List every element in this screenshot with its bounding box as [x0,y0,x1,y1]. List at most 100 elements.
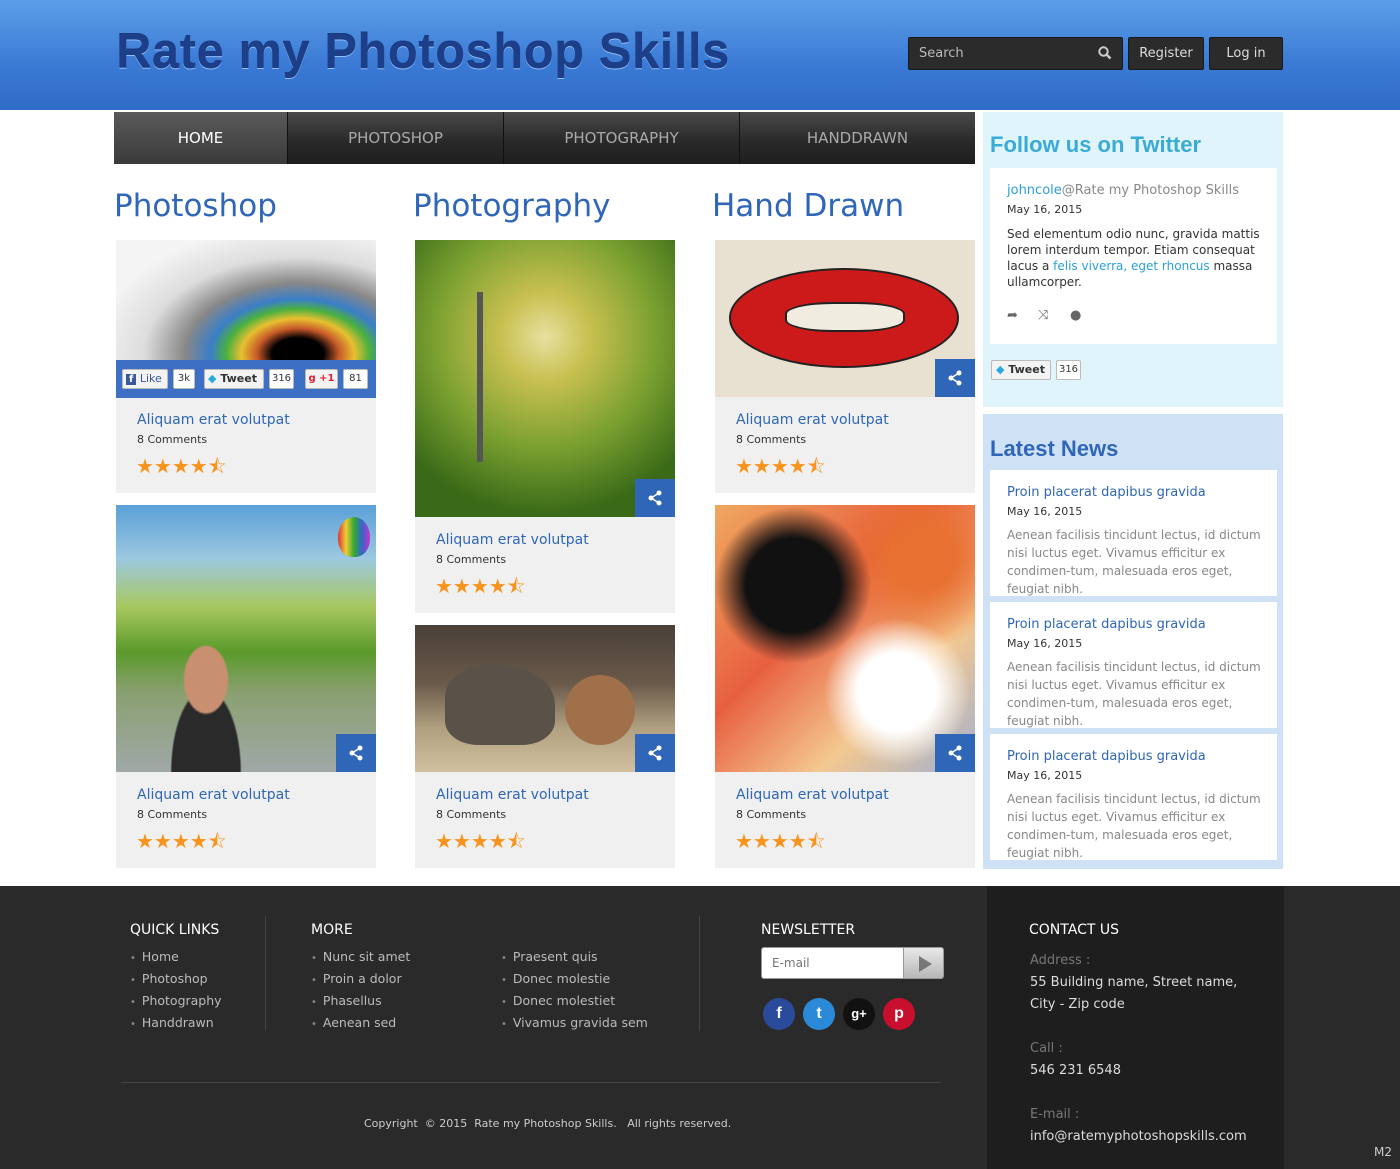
abstract-paint-image[interactable] [715,505,975,772]
share-button[interactable] [935,359,975,397]
card-title[interactable]: Aliquam erat volutpat [736,412,889,428]
news-item-body: Aenean facilisis tincidunt lectus, id di… [1007,528,1261,596]
search-icon[interactable] [1098,45,1116,63]
comment-icon[interactable]: ● [1070,308,1081,323]
footer-divider [265,916,266,1031]
footer-more-link[interactable]: Praesent quis [501,949,598,964]
site-header: Rate my Photoshop Skills Register Log in [0,0,1400,110]
footer-more-link[interactable]: Vivamus gravida sem [501,1015,648,1030]
news-item-date: May 16, 2015 [1007,505,1083,518]
card-title[interactable]: Aliquam erat volutpat [137,412,290,428]
news-item-title[interactable]: Proin placerat dapibus gravida [1007,485,1206,500]
tweet-date: May 16, 2015 [1007,203,1083,216]
news-item-title[interactable]: Proin placerat dapibus gravida [1007,749,1206,764]
footer-more-link[interactable]: Nunc sit amet [311,949,410,964]
google-plus-icon[interactable]: g+ [843,998,875,1030]
reply-icon[interactable]: ➦ [1007,308,1018,323]
retweet-icon[interactable]: ⤨ [1038,308,1048,323]
news-item-date: May 16, 2015 [1007,769,1083,782]
call-label: Call : [1030,1041,1063,1056]
search-input[interactable] [909,38,1094,69]
footer-more-link[interactable]: Donec molestie [501,971,610,986]
tweet-text: Sed elementum odio nunc, gravida mattis … [1007,226,1269,290]
half-star-icon: ⯪ [207,454,227,478]
nav-item-handdrawn[interactable]: HANDDRAWN [740,112,975,164]
twitter-icon[interactable]: t [803,998,835,1030]
card-title[interactable]: Aliquam erat volutpat [137,787,290,803]
column-title-photoshop[interactable]: Photoshop [114,188,277,224]
facebook-icon[interactable]: f [763,998,795,1030]
more-heading: MORE [311,922,353,938]
card-comments[interactable]: 8 Comments [137,808,207,821]
card-comments[interactable]: 8 Comments [436,553,506,566]
rating-stars[interactable]: ★★★★⯪ [136,452,227,486]
eye-image[interactable] [116,240,376,360]
twitter-bird-icon: ◆ [996,363,1005,376]
nav-item-photoshop[interactable]: PHOTOSHOP [288,112,504,164]
news-item-body: Aenean facilisis tincidunt lectus, id di… [1007,792,1261,860]
news-item-title[interactable]: Proin placerat dapibus gravida [1007,617,1206,632]
tweet-handle: @Rate my Photoshop Skills [1061,183,1240,198]
newsletter-heading: NEWSLETTER [761,922,856,938]
rating-stars[interactable]: ★★★★⯪ [735,827,826,861]
share-button[interactable] [336,734,376,772]
rating-stars[interactable]: ★★★★⯪ [735,452,826,486]
google-plus-button[interactable]: g +1 [305,369,338,389]
twitter-tweet-button[interactable]: ◆ Tweet [991,360,1051,380]
tweet-button[interactable]: ◆ Tweet [204,369,264,389]
footer-divider [699,916,700,1031]
nav-item-photography[interactable]: PHOTOGRAPHY [504,112,740,164]
nav-item-home[interactable]: HOME [114,112,288,164]
footer-link-handdrawn[interactable]: Handdrawn [130,1015,214,1030]
site-title[interactable]: Rate my Photoshop Skills [116,24,730,80]
footer-more-link[interactable]: Phasellus [311,993,382,1008]
man-figure [146,630,266,772]
email-value[interactable]: info@ratemyphotoshopskills.com [1030,1129,1247,1144]
footer-link-photoshop[interactable]: Photoshop [130,971,208,986]
card-comments[interactable]: 8 Comments [736,433,806,446]
footer-link-photography[interactable]: Photography [130,993,222,1008]
tweet-user-link[interactable]: johncole [1007,183,1062,198]
register-button[interactable]: Register [1128,37,1204,70]
footer-more-link[interactable]: Donec molestiet [501,993,615,1008]
eiffel-tower [473,292,487,462]
half-star-icon: ⯪ [806,454,826,478]
footer-more-link[interactable]: Proin a dolor [311,971,402,986]
latest-news-widget: Latest News Proin placerat dapibus gravi… [983,414,1283,869]
card-comments[interactable]: 8 Comments [137,433,207,446]
card-title[interactable]: Aliquam erat volutpat [436,532,589,548]
corner-tag: M2 [1374,1145,1392,1159]
rating-stars[interactable]: ★★★★⯪ [136,827,227,861]
card-title[interactable]: Aliquam erat volutpat [736,787,889,803]
newsletter-submit-button[interactable] [903,947,944,979]
tweet-card: johncole@Rate my Photoshop Skills May 16… [990,168,1277,344]
facebook-icon: f [126,374,137,385]
card-comments[interactable]: 8 Comments [436,808,506,821]
login-button[interactable]: Log in [1209,37,1283,70]
plus-label: +1 [319,373,335,384]
rating-stars[interactable]: ★★★★⯪ [435,572,526,606]
footer-link-home[interactable]: Home [130,949,179,964]
plus-count: 81 [343,369,368,389]
share-button[interactable] [635,479,675,517]
share-button[interactable] [635,734,675,772]
share-icon [948,370,962,386]
facebook-like-button[interactable]: f Like [122,369,168,389]
teeth [785,302,905,332]
tweet-link[interactable]: felis viverra, eget rhoncus [1053,259,1210,273]
footer-more-link[interactable]: Aenean sed [311,1015,396,1030]
man-landscape-image[interactable] [116,505,376,772]
share-icon [349,745,363,761]
eiffel-tower-image[interactable] [415,240,675,517]
column-title-hand-drawn[interactable]: Hand Drawn [712,188,904,224]
newsletter-email-input[interactable] [761,947,904,979]
card-comments[interactable]: 8 Comments [736,808,806,821]
search-box [908,37,1123,70]
pinterest-icon[interactable]: p [883,998,915,1030]
share-button[interactable] [935,734,975,772]
news-item-body: Aenean facilisis tincidunt lectus, id di… [1007,660,1261,728]
share-icon [648,490,662,506]
column-title-photography[interactable]: Photography [413,188,611,224]
card-title[interactable]: Aliquam erat volutpat [436,787,589,803]
rating-stars[interactable]: ★★★★⯪ [435,827,526,861]
